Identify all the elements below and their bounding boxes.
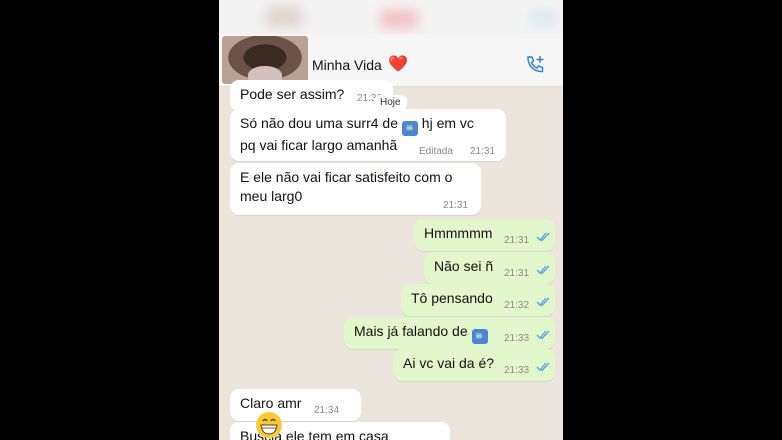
grinning-emoji	[256, 412, 282, 438]
message-bubble[interactable]: Tô pensando 21:32	[401, 284, 555, 316]
message-text: Claro amr	[240, 395, 302, 411]
phone-screen: Minha Vida ❤️ Pode ser assim? 21:30 Hoje…	[219, 0, 563, 440]
message-text: Mais já falando de	[354, 323, 468, 339]
cool-emoji: 🆒	[471, 329, 488, 344]
message-bubble[interactable]: Ai vc vai da é? 21:33	[393, 349, 555, 381]
status-bar	[219, 0, 563, 34]
message-time: 21:34	[314, 405, 340, 416]
message-bubble[interactable]: E ele não vai ficar satisfeito com o meu…	[230, 163, 481, 215]
message-time: 21:31	[504, 235, 530, 246]
message-text: pq vai ficar largo amanhã	[240, 137, 398, 153]
double-check-icon	[536, 362, 550, 372]
message-text: Ai vc vai da é?	[403, 355, 495, 371]
phone-plus-icon[interactable]	[524, 54, 546, 76]
message-bubble[interactable]: Claro amr 21:34	[230, 389, 361, 421]
message-time: 21:33	[504, 365, 530, 376]
message-bubble[interactable]: Hmmmmm 21:31	[414, 219, 555, 251]
message-text: E ele não vai ficar satisfeito com o	[240, 169, 453, 185]
edited-label: Editada	[419, 146, 453, 157]
double-check-icon	[536, 297, 550, 307]
chat-area[interactable]: Pode ser assim? 21:30 Hoje Só não dou um…	[219, 80, 563, 440]
message-time: 21:31	[470, 146, 496, 157]
date-pill: Hoje	[374, 95, 407, 110]
message-bubble[interactable]: Só não dou uma surr4 de 🆒 hj em vc pq va…	[230, 109, 506, 161]
double-check-icon	[536, 232, 550, 242]
message-time: 21:31	[504, 268, 530, 279]
message-text: hj em vc	[421, 115, 474, 131]
message-text: Pode ser assim?	[240, 86, 345, 102]
message-text: Não sei ñ	[434, 258, 494, 274]
message-time: 21:32	[504, 300, 530, 311]
message-bubble[interactable]: Pode ser assim? 21:30	[230, 80, 393, 112]
message-text: Hmmmmm	[424, 225, 493, 241]
message-bubble[interactable]: Não sei ñ 21:31	[424, 252, 555, 284]
message-time: 21:33	[504, 333, 530, 344]
message-bubble[interactable]: Mais já falando de 🆒 21:33	[344, 317, 555, 349]
double-check-icon	[536, 330, 550, 340]
contact-avatar[interactable]	[222, 36, 308, 84]
heart-emoji: ❤️	[388, 56, 408, 73]
double-check-icon	[536, 265, 550, 275]
message-time: 21:31	[443, 200, 469, 211]
message-text: Só não dou uma surr4 de	[240, 115, 398, 131]
contact-name[interactable]: Minha Vida	[312, 57, 382, 73]
cool-emoji: 🆒	[401, 121, 418, 136]
message-text: Tô pensando	[411, 290, 493, 306]
message-text: meu larg0	[240, 188, 303, 204]
